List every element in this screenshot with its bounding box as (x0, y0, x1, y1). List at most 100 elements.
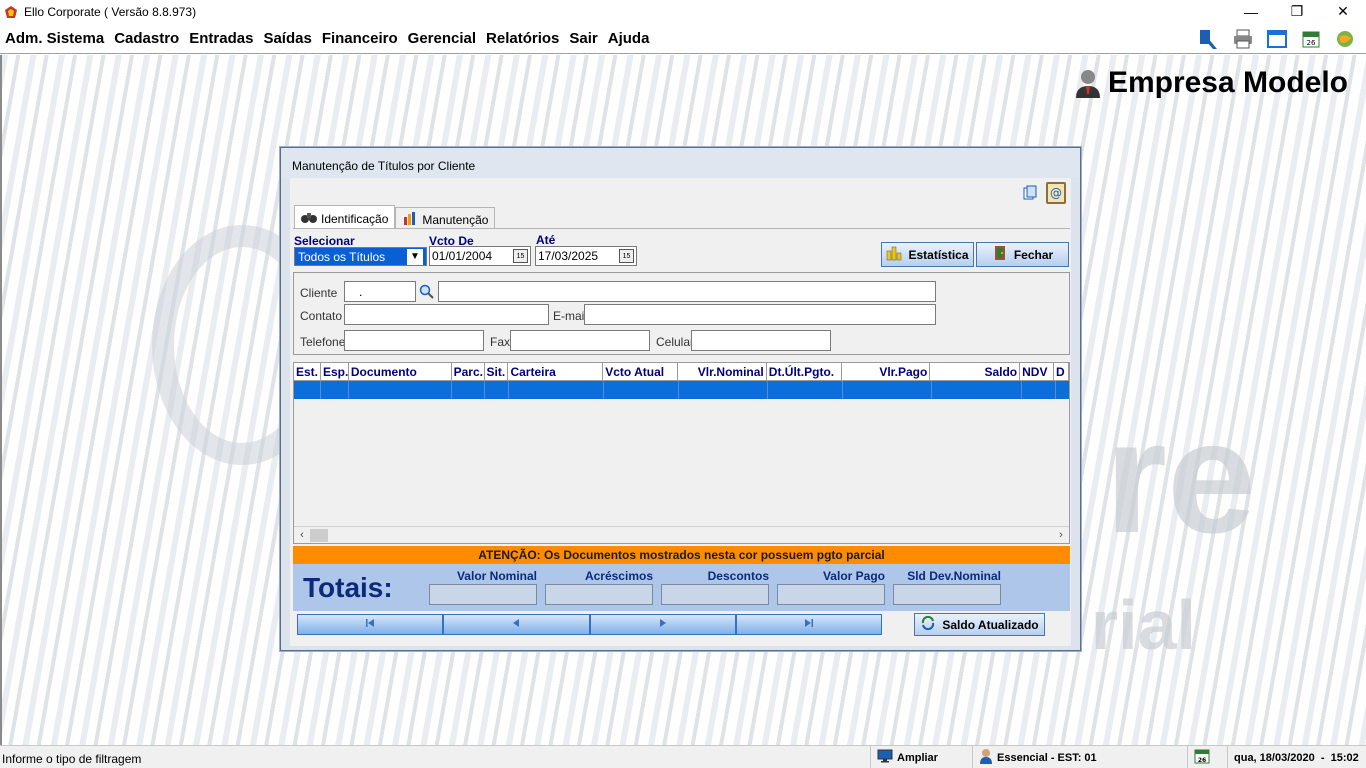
col-vlr-pago[interactable]: Vlr.Pago (842, 363, 931, 381)
titulos-cliente-dialog: Manutenção de Títulos por Cliente @ Iden… (280, 147, 1081, 651)
bar-chart-icon (886, 245, 902, 264)
valor-pago-value (777, 584, 885, 605)
cliente-label: Cliente (300, 286, 338, 300)
col-parc[interactable]: Parc. (452, 363, 485, 381)
calendar-icon[interactable]: 26 (1298, 26, 1324, 52)
menu-adm-sistema[interactable]: Adm. Sistema (0, 30, 109, 47)
company-header: Empresa Modelo (1074, 66, 1348, 100)
menu-relatorios[interactable]: Relatórios (481, 30, 564, 47)
menu-gerencial[interactable]: Gerencial (403, 30, 481, 47)
calendar-status: 26 (1187, 746, 1227, 768)
scrollbar-thumb[interactable] (310, 529, 328, 542)
attention-banner: ATENÇÃO: Os Documentos mostrados nesta c… (293, 546, 1070, 564)
contato-label: Contato (300, 309, 343, 323)
window-layout-icon[interactable] (1264, 26, 1290, 52)
fechar-button[interactable]: Fechar (976, 242, 1069, 267)
celular-label: Celular (656, 335, 695, 349)
fax-field[interactable] (510, 330, 650, 351)
tab-manutencao[interactable]: Manutenção (395, 207, 496, 228)
prior-record-icon (510, 617, 522, 632)
printer-icon[interactable] (1230, 26, 1256, 52)
background-watermark-text: re (1104, 387, 1256, 566)
col-documento[interactable]: Documento (349, 363, 452, 381)
status-hint: Informe o tipo de filtragem (2, 752, 142, 766)
scroll-left-icon[interactable]: ‹ (294, 527, 310, 543)
col-d[interactable]: D (1054, 363, 1069, 381)
last-record-button[interactable] (735, 614, 882, 635)
selecionar-dropdown[interactable]: Todos os Títulos ▼ (294, 247, 427, 266)
col-est[interactable]: Est. (294, 363, 321, 381)
estatistica-button[interactable]: Estatística (881, 242, 974, 267)
col-saldo[interactable]: Saldo (930, 363, 1021, 381)
client-info-group: Cliente . Contato E-mail Telefone Fax Ce… (293, 272, 1070, 355)
col-vlr-nominal[interactable]: Vlr.Nominal (678, 363, 767, 381)
valor-pago-label: Valor Pago (822, 569, 885, 583)
tab-identificacao[interactable]: Identificação (294, 205, 396, 228)
next-record-button[interactable] (589, 614, 736, 635)
table-row-selected[interactable] (294, 381, 1069, 399)
menu-saidas[interactable]: Saídas (258, 30, 316, 47)
valor-nominal-value (429, 584, 537, 605)
titulos-grid[interactable]: Est. Esp. Documento Parc. Sit. Carteira … (293, 362, 1070, 544)
grid-horizontal-scrollbar[interactable]: ‹ › (294, 526, 1069, 543)
status-bar: Informe o tipo de filtragem Ampliar Esse… (0, 745, 1366, 768)
email-field[interactable] (584, 304, 936, 325)
tools-icon (402, 211, 418, 228)
menu-sair[interactable]: Sair (564, 30, 602, 47)
scroll-right-icon[interactable]: › (1053, 527, 1069, 543)
col-ndv[interactable]: NDV (1020, 363, 1055, 381)
descontos-label: Descontos (707, 569, 769, 583)
col-esp[interactable]: Esp. (321, 363, 349, 381)
descontos-value (661, 584, 769, 605)
app-logo-icon (4, 5, 18, 19)
totals-title: Totais: (303, 572, 393, 603)
ate-label: Até (536, 233, 556, 247)
copy-document-icon[interactable] (1022, 185, 1038, 204)
telefone-field[interactable] (344, 330, 484, 351)
contato-field[interactable] (344, 304, 549, 325)
menu-financeiro[interactable]: Financeiro (317, 30, 403, 47)
saldo-atualizado-button[interactable]: Saldo Atualizado (914, 613, 1045, 636)
user-switch-icon[interactable] (1196, 26, 1222, 52)
calendar-picker-icon[interactable]: 15 (513, 249, 528, 263)
menu-bar: Adm. Sistema Cadastro Entradas Saídas Fi… (0, 23, 1366, 54)
close-button[interactable]: ✕ (1320, 0, 1366, 23)
ate-date-field[interactable]: 17/03/2025 15 (535, 246, 637, 266)
sld-dev-nominal-value (893, 584, 1001, 605)
first-record-button[interactable] (297, 614, 444, 635)
col-dt-ult-pgto[interactable]: Dt.Últ.Pgto. (767, 363, 842, 381)
svg-text:26: 26 (1198, 757, 1206, 764)
user-session: Essencial - EST: 01 (972, 746, 1187, 768)
minimize-button[interactable]: — (1228, 0, 1274, 23)
col-vcto-atual[interactable]: Vcto Atual (603, 363, 679, 381)
menu-entradas[interactable]: Entradas (184, 30, 258, 47)
prior-record-button[interactable] (443, 614, 590, 635)
datetime-display: qua, 18/03/2020 - 15:02 (1227, 746, 1366, 768)
calendar-picker-icon[interactable]: 15 (619, 249, 634, 263)
cliente-name-field[interactable] (438, 281, 936, 302)
svg-text:26: 26 (1307, 39, 1316, 47)
company-name: Empresa Modelo (1107, 66, 1348, 99)
ampliar-button[interactable]: Ampliar (870, 746, 972, 768)
celular-field[interactable] (691, 330, 831, 351)
vcto-de-date-field[interactable]: 01/01/2004 15 (429, 246, 531, 266)
cliente-code-field[interactable]: . (344, 281, 416, 302)
refresh-icon (920, 615, 936, 634)
search-icon[interactable] (419, 284, 435, 303)
window-titlebar: Ello Corporate ( Versão 8.8.973) — ❐ ✕ (0, 0, 1366, 23)
menu-cadastro[interactable]: Cadastro (109, 30, 184, 47)
menu-ajuda[interactable]: Ajuda (603, 30, 655, 47)
grid-header: Est. Esp. Documento Parc. Sit. Carteira … (294, 363, 1069, 381)
col-sit[interactable]: Sit. (485, 363, 509, 381)
acrescimos-value (545, 584, 653, 605)
email-label: E-mail (553, 309, 588, 323)
monitor-icon (877, 749, 893, 766)
dialog-title: Manutenção de Títulos por Cliente (281, 148, 1080, 178)
globe-icon[interactable] (1332, 26, 1358, 52)
restore-button[interactable]: ❐ (1274, 0, 1320, 23)
user-icon (979, 748, 993, 767)
email-address-book-icon[interactable]: @ (1044, 181, 1068, 208)
col-carteira[interactable]: Carteira (508, 363, 604, 381)
last-record-icon (803, 617, 815, 632)
chevron-down-icon: ▼ (407, 248, 423, 265)
